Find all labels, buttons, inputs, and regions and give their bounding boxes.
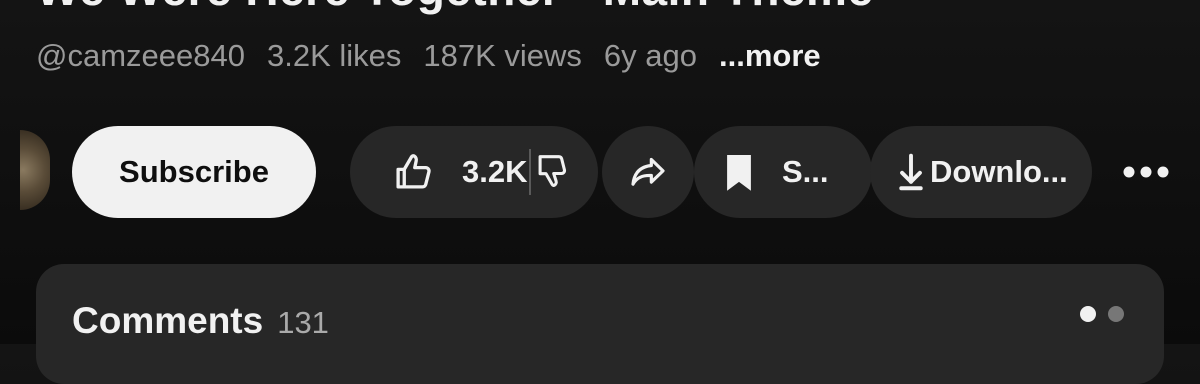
download-label: Downlo... [930, 154, 1068, 189]
video-meta-row: @camzeee840 3.2K likes 187K views 6y ago… [36, 36, 821, 76]
description-more-link[interactable]: ...more [719, 38, 821, 74]
download-button[interactable]: Downlo... [870, 126, 1092, 218]
save-label: S... [782, 154, 829, 189]
share-button[interactable] [602, 126, 694, 218]
likes-count-text: 3.2K likes [266, 38, 402, 73]
like-dislike-pill: 3.2K [350, 126, 598, 218]
pager-dot-active [1080, 306, 1096, 322]
comments-card[interactable]: Comments 131 [36, 264, 1164, 384]
comments-count: 131 [277, 305, 329, 340]
upload-age-text: 6y ago [603, 38, 697, 73]
comments-pager [1068, 306, 1124, 322]
thumb-down-icon [535, 151, 569, 193]
like-count: 3.2K [462, 154, 528, 189]
subscribe-button[interactable]: Subscribe [72, 126, 316, 218]
more-horizontal-icon [1122, 165, 1170, 179]
dislike-button[interactable] [535, 151, 569, 193]
like-button[interactable]: 3.2K [392, 151, 527, 193]
more-actions-button[interactable] [1116, 148, 1176, 196]
download-arrow-icon [898, 152, 924, 192]
comments-title: Comments [72, 300, 264, 341]
save-button[interactable]: S... [694, 126, 872, 218]
pager-dot-inactive [1108, 306, 1124, 322]
video-title: We Were Here Together - Main Theme [36, 0, 874, 16]
bookmark-icon [722, 151, 756, 193]
channel-avatar[interactable] [20, 130, 50, 210]
comments-header: Comments 131 [72, 300, 329, 342]
views-count-text: 187K views [423, 38, 582, 73]
like-divider [529, 149, 532, 195]
share-arrow-icon [628, 152, 668, 192]
channel-handle[interactable]: @camzeee840 [36, 38, 245, 74]
thumb-up-icon [392, 151, 434, 193]
